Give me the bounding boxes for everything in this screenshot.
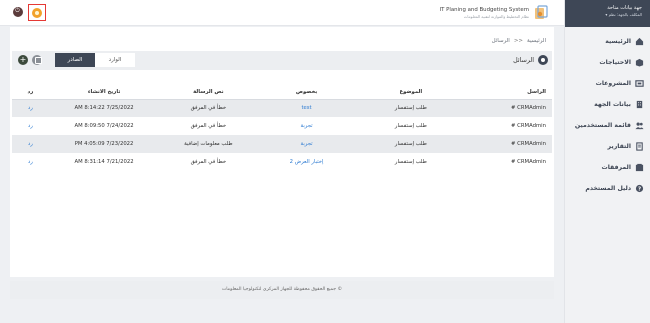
svg-text:?: ? [638,186,641,192]
table-header-row: الراسل الموضوع بخصوص نص الرسالة تاريخ ال… [12,85,552,100]
user-role: ▾ المكلف بالجهة: نظم [569,12,642,18]
user-box[interactable]: جهة بيانات متاحة ▾ المكلف بالجهة: نظم [565,0,650,27]
header-reply: رد [12,85,49,100]
table-row: CRMAdmin # طلب إستفسار تجربة طلب معلومات… [12,135,552,153]
building-icon [636,100,643,109]
messages-card: الرئيسية >> الرسائل الرسائل + الصادر الو… [10,27,554,277]
add-message-button[interactable]: + [18,55,28,65]
cell-subject: طلب إستفسار [355,135,467,153]
cell-sender: CRMAdmin # [511,159,546,165]
cell-subject: طلب إستفسار [394,123,427,129]
page-title-text: الرسائل [513,56,534,64]
header-sender[interactable]: الراسل [466,85,552,100]
header-text[interactable]: نص الرسالة [159,85,258,100]
sidebar-item-label: التقارير [607,143,631,150]
filter-button[interactable] [32,55,42,65]
chevron-down-icon: ▾ [605,12,608,17]
cell-text: خطأ في المرفق [190,159,227,165]
user-name: جهة بيانات متاحة [607,5,642,11]
table-row: CRMAdmin # طلب إستفسار تجربة خطأ في المر… [12,117,552,135]
tab-sent[interactable]: الصادر [55,53,95,67]
cell-subject: طلب إستفسار [355,99,467,117]
header-date[interactable]: تاريخ الانشاء [48,85,160,100]
header-about[interactable]: بخصوص [257,85,356,100]
sidebar-item-label: قائمة المستخدمين [574,122,631,129]
cell-date: 7/23/2022 4:05:09 PM [48,135,160,153]
sidebar-item-label: الاحتياجات [599,59,631,66]
cell-date: 7/21/2022 8:31:14 AM [74,159,134,165]
sidebar-item-label: المرفقات [601,164,632,171]
sidebar-item-label: المشروعات [595,80,631,87]
cell-date: 7/25/2022 8:14:22 AM [48,99,160,117]
breadcrumb-current: الرسائل [491,38,510,44]
reply-link[interactable]: رد [12,117,49,135]
cell-text: خطأ في المرفق [190,123,227,129]
cell-text: خطأ في المرفق [159,99,258,117]
breadcrumb: الرئيسية >> الرسائل [492,38,546,44]
projects-icon [635,80,644,87]
cell-about-link[interactable]: تجربة [257,117,355,135]
app-subtitle: نظام التخطيط والموازنة لتقنية المعلومات [463,13,529,19]
reports-icon [636,142,643,151]
sidebar-item-needs[interactable]: الاحتياجات [565,52,650,73]
cell-sender: CRMAdmin # [466,135,552,153]
header-subject[interactable]: الموضوع [355,85,467,100]
sidebar-item-projects[interactable]: المشروعات [565,73,650,94]
tab-inbox[interactable]: الوارد [95,53,135,67]
page-title: الرسائل [513,55,548,65]
reply-link[interactable]: رد [12,153,49,171]
reply-link[interactable]: رد [12,99,49,117]
sidebar-item-user-guide[interactable]: ? دليل المستخدم [565,178,650,199]
brand: IT Planing and Budgeting System نظام الت… [439,5,548,20]
logo-icon [535,5,548,19]
table-row: CRMAdmin # طلب إستفسار إختبار العرض 2 خط… [12,153,552,171]
top-bar: IT Planing and Budgeting System نظام الت… [0,0,564,26]
messages-icon [538,55,548,65]
theme-toggle-highlight[interactable] [28,4,46,21]
cell-sender: CRMAdmin # [511,123,546,129]
cell-about-link[interactable]: إختبار العرض 2 [257,153,355,171]
help-icon: ? [635,184,644,192]
cell-subject: طلب إستفسار [394,159,427,165]
sidebar-item-attachments[interactable]: المرفقات [565,157,650,178]
sidebar-nav: الرئيسية الاحتياجات المشروعات بيانات الج… [565,27,650,199]
messages-table: الراسل الموضوع بخصوص نص الرسالة تاريخ ال… [12,85,552,171]
app-title: IT Planing and Budgeting System [439,6,529,13]
sidebar-item-label: بيانات الجهة [594,101,631,108]
message-tabs: الصادر الوارد [55,53,135,67]
reply-link[interactable]: رد [12,135,49,153]
cell-about-link[interactable]: test [257,99,356,117]
cell-about-link[interactable]: تجربة [257,135,356,153]
sidebar-item-entity-data[interactable]: بيانات الجهة [565,94,650,115]
home-icon [635,37,644,46]
box-icon [635,58,644,67]
cell-sender: CRMAdmin # [466,99,552,117]
sun-icon[interactable] [32,8,42,18]
cell-date: 7/24/2022 8:09:50 AM [74,123,134,129]
logout-button[interactable] [13,7,23,17]
sidebar-item-home[interactable]: الرئيسية [565,31,650,52]
cell-text: طلب معلومات إضافية [159,135,258,153]
messages-toolbar: الرسائل + الصادر الوارد [12,51,552,70]
breadcrumb-home[interactable]: الرئيسية [527,38,546,44]
breadcrumb-separator: >> [513,38,524,44]
sidebar-item-users[interactable]: قائمة المستخدمين [565,115,650,136]
sidebar-item-label: دليل المستخدم [585,185,631,192]
sidebar: جهة بيانات متاحة ▾ المكلف بالجهة: نظم ال… [564,0,650,323]
attachments-icon [635,163,644,172]
users-icon [635,122,644,130]
sidebar-item-label: الرئيسية [605,38,631,45]
sidebar-item-reports[interactable]: التقارير [565,136,650,157]
user-role-text: المكلف بالجهة: نظم [608,12,642,17]
table-row: CRMAdmin # طلب إستفسار test خطأ في المرف… [12,99,552,117]
footer: جميع الحقوق محفوظة للجهاز المركزي لتكنول… [10,281,554,299]
